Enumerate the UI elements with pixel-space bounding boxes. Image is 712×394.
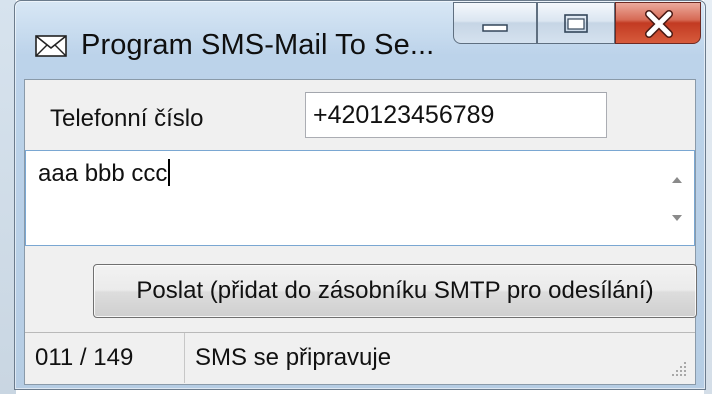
scroll-down-icon[interactable] [672,215,682,221]
maximize-button[interactable] [537,2,615,44]
minimize-button[interactable] [453,2,537,44]
minimize-icon [482,24,508,32]
phone-number-label: Telefonní číslo [50,105,204,132]
maximize-icon [564,14,588,33]
phone-number-input[interactable] [305,92,607,138]
message-text-wrap: aaa bbb ccc [38,159,171,189]
envelope-icon [35,35,67,57]
client-area: Telefonní číslo aaa bbb ccc Poslat (přid… [24,79,697,385]
title-bar[interactable]: Program SMS-Mail To Se... [15,1,705,79]
resize-grip-icon[interactable] [669,359,689,379]
message-text: aaa bbb ccc [38,160,168,187]
status-bar: 011 / 149 SMS se připravuje [25,332,695,384]
status-message: SMS se připravuje [195,344,392,371]
character-counter: 011 / 149 [35,333,185,383]
app-window: Program SMS-Mail To Se... Telefonní čísl… [14,0,706,390]
message-textarea[interactable]: aaa bbb ccc [25,150,695,246]
close-icon [645,10,673,38]
message-scrollbar[interactable] [660,151,694,245]
close-button[interactable] [615,2,701,44]
scroll-up-icon[interactable] [672,177,682,183]
window-title: Program SMS-Mail To Se... [81,29,435,61]
send-button[interactable]: Poslat (přidat do zásobníku SMTP pro ode… [93,264,697,318]
text-caret [168,159,171,186]
